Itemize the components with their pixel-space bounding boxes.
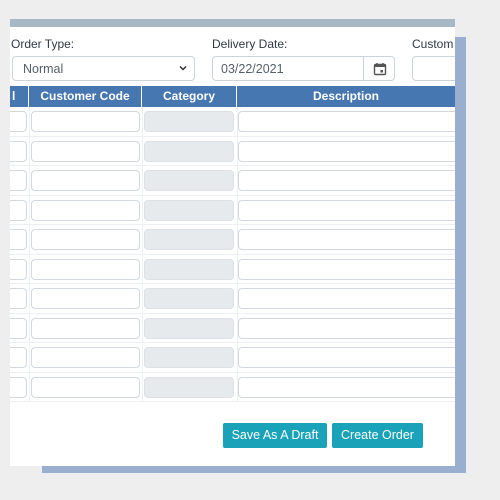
customer-code-input[interactable] xyxy=(31,347,140,368)
table-row xyxy=(10,255,455,284)
customer-input[interactable] xyxy=(412,56,455,81)
order-form-card: Order Type: Delivery Date: Custom Normal… xyxy=(10,19,455,466)
row-first-input[interactable] xyxy=(10,111,27,132)
column-header-customer-code: Customer Code xyxy=(29,86,142,107)
table-row xyxy=(10,225,455,255)
card-top-bar xyxy=(10,19,455,27)
table-row xyxy=(10,107,455,137)
description-input[interactable] xyxy=(238,170,455,191)
row-first-input[interactable] xyxy=(10,229,27,250)
row-first-input[interactable] xyxy=(10,317,27,339)
row-first-input[interactable] xyxy=(10,258,27,280)
customer-code-input[interactable] xyxy=(31,111,140,132)
description-input[interactable] xyxy=(238,229,455,250)
order-lines-table: l Customer Code Category Description xyxy=(10,86,455,402)
description-input[interactable] xyxy=(238,199,455,221)
category-field xyxy=(144,317,234,339)
save-as-draft-button[interactable]: Save As A Draft xyxy=(223,423,327,448)
table-header: l Customer Code Category Description xyxy=(10,86,455,107)
table-row xyxy=(10,373,455,402)
description-input[interactable] xyxy=(238,288,455,309)
category-field xyxy=(144,376,234,398)
category-field xyxy=(144,347,234,368)
customer-code-input[interactable] xyxy=(31,199,140,221)
description-input[interactable] xyxy=(238,376,455,398)
row-first-input[interactable] xyxy=(10,288,27,309)
category-field xyxy=(144,170,234,191)
calendar-button[interactable] xyxy=(363,56,395,81)
create-order-button[interactable]: Create Order xyxy=(332,423,423,448)
order-type-select[interactable]: Normal xyxy=(12,56,195,81)
description-input[interactable] xyxy=(238,317,455,339)
description-input[interactable] xyxy=(238,111,455,132)
customer-code-input[interactable] xyxy=(31,317,140,339)
customer-code-input[interactable] xyxy=(31,170,140,191)
category-field xyxy=(144,199,234,221)
customer-label: Custom xyxy=(412,37,454,51)
order-type-value: Normal xyxy=(23,62,64,76)
row-first-input[interactable] xyxy=(10,199,27,221)
category-field xyxy=(144,258,234,280)
table-row xyxy=(10,343,455,373)
table-row xyxy=(10,284,455,314)
customer-code-input[interactable] xyxy=(31,140,140,162)
description-input[interactable] xyxy=(238,258,455,280)
row-first-input[interactable] xyxy=(10,140,27,162)
customer-code-input[interactable] xyxy=(31,258,140,280)
calendar-icon xyxy=(373,63,387,76)
category-field xyxy=(144,229,234,250)
column-header-first: l xyxy=(10,86,29,107)
customer-code-input[interactable] xyxy=(31,229,140,250)
category-field xyxy=(144,111,234,132)
customer-code-input[interactable] xyxy=(31,376,140,398)
table-row xyxy=(10,166,455,196)
order-type-label: Order Type: xyxy=(11,37,75,51)
delivery-date-value: 03/22/2021 xyxy=(221,62,284,76)
row-first-input[interactable] xyxy=(10,347,27,368)
delivery-date-label: Delivery Date: xyxy=(212,37,288,51)
description-input[interactable] xyxy=(238,140,455,162)
column-header-category: Category xyxy=(142,86,237,107)
category-field xyxy=(144,140,234,162)
category-field xyxy=(144,288,234,309)
description-input[interactable] xyxy=(238,347,455,368)
table-row xyxy=(10,137,455,166)
customer-code-input[interactable] xyxy=(31,288,140,309)
table-row xyxy=(10,196,455,225)
chevron-down-icon xyxy=(179,65,187,71)
row-first-input[interactable] xyxy=(10,376,27,398)
row-first-input[interactable] xyxy=(10,170,27,191)
column-header-description: Description xyxy=(312,89,379,103)
delivery-date-input[interactable]: 03/22/2021 xyxy=(212,56,363,81)
table-row xyxy=(10,314,455,343)
